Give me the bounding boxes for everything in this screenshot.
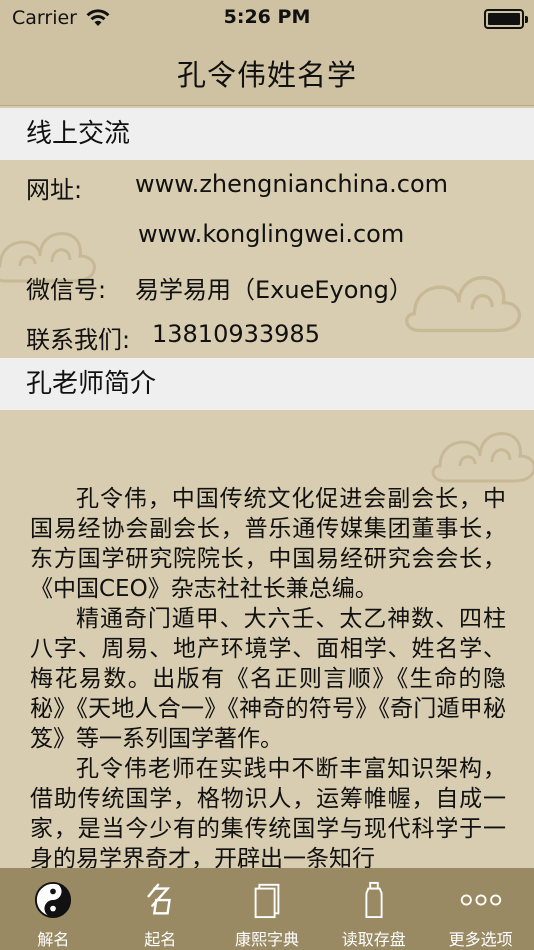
tab-label: 更多选项	[448, 930, 513, 949]
website-label: 网址:	[26, 176, 83, 204]
battery-icon	[484, 9, 528, 29]
tab-kangxi-dictionary[interactable]: 康熙字典	[214, 868, 321, 950]
bottle-icon	[352, 880, 396, 920]
website-link-2[interactable]: www.konglingwei.com	[138, 220, 404, 248]
cloud-pattern-icon	[405, 276, 521, 333]
bio-paragraph: 精通奇门遁甲、大六壬、太乙神数、四柱八字、周易、地产环境学、面相学、姓名学、梅花…	[30, 606, 506, 752]
tab-label: 读取存盘	[341, 930, 406, 949]
bio-text: 孔令伟，中国传统文化促进会副会长，中国易经协会副会长，普乐通传媒集团董事长，东方…	[30, 484, 506, 868]
contact-section-header: 线上交流	[0, 108, 534, 160]
tab-jieming[interactable]: 解名	[0, 868, 107, 950]
website-link-1[interactable]: www.zhengnianchina.com	[135, 170, 448, 198]
status-bar: Carrier 5:26 PM	[0, 0, 534, 40]
content-area[interactable]: 线上交流 网址: www.zhengnianchina.com www.kong…	[0, 106, 534, 868]
book-icon	[245, 880, 289, 920]
status-time: 5:26 PM	[223, 6, 311, 28]
more-dots-icon	[459, 880, 503, 920]
tab-label: 解名	[37, 930, 70, 949]
bio-paragraph: 孔令伟老师在实践中不断丰富知识架构，借助传统国学，格物识人，运筹帷幄，自成一家，…	[30, 756, 506, 868]
tab-label: 起名	[144, 930, 177, 949]
phone-label: 联系我们:	[26, 326, 131, 354]
page-title: 孔令伟姓名学	[176, 57, 357, 92]
tab-more-options[interactable]: 更多选项	[427, 868, 534, 950]
tab-label: 康熙字典	[234, 930, 299, 949]
bio-section-header: 孔老师简介	[0, 358, 534, 410]
wechat-value: 易学易用（ExueEyong）	[135, 276, 413, 304]
name-calligraphy-icon	[138, 880, 182, 920]
phone-value[interactable]: 13810933985	[152, 320, 320, 348]
tab-qiming[interactable]: 起名	[107, 868, 214, 950]
wechat-label: 微信号:	[26, 276, 107, 304]
yin-yang-icon	[31, 880, 75, 920]
bio-paragraph: 孔令伟，中国传统文化促进会副会长，中国易经协会副会长，普乐通传媒集团董事长，东方…	[30, 486, 506, 602]
navigation-bar: 孔令伟姓名学	[0, 40, 534, 106]
tab-bar: 解名 起名 康熙字典 读取存盘 更多选项	[0, 868, 534, 950]
tab-read-save[interactable]: 读取存盘	[320, 868, 427, 950]
